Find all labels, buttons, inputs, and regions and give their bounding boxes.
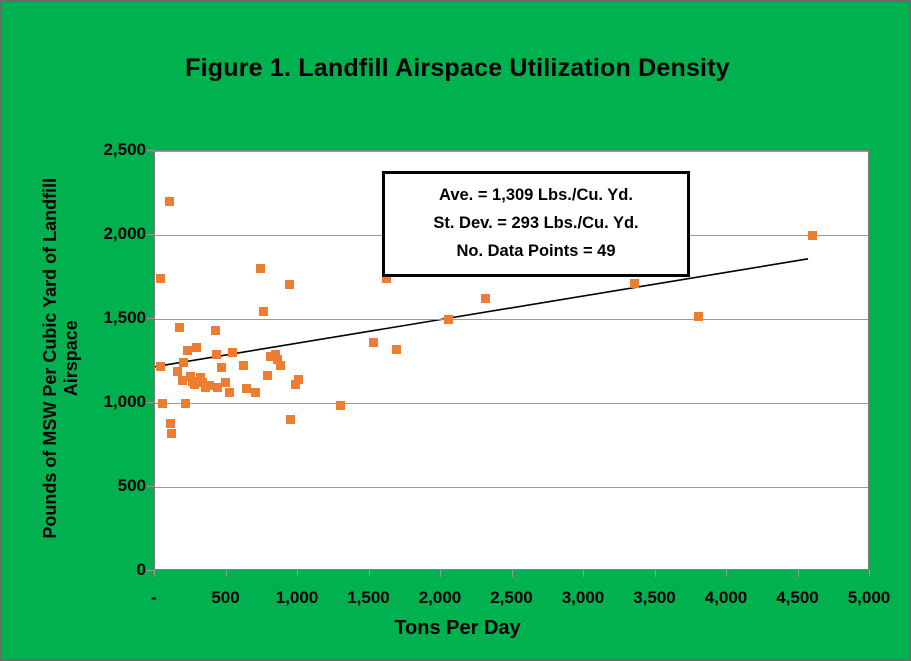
gridline [155, 487, 868, 488]
gridline [155, 403, 868, 404]
chart-title: Figure 1. Landfill Airspace Utilization … [185, 54, 730, 82]
data-point-marker [286, 415, 296, 425]
data-point-marker [369, 338, 379, 348]
x-axis-tick-mark [869, 570, 870, 577]
x-axis-tick-label: 5,000 [847, 588, 891, 607]
data-point-marker [693, 311, 703, 321]
data-point-marker [276, 360, 286, 370]
x-axis-tick-mark [583, 570, 584, 577]
data-point-marker [336, 401, 346, 411]
data-point-marker [480, 294, 490, 304]
data-point-marker [284, 280, 294, 290]
data-point-marker [250, 388, 260, 398]
data-point-marker [259, 306, 269, 316]
data-point-marker [263, 370, 273, 380]
y-axis-tick-mark [147, 486, 154, 487]
gridline [155, 319, 868, 320]
statistics-annotation-box: Ave. = 1,309 Lbs./Cu. Yd. St. Dev. = 293… [382, 171, 690, 278]
y-axis-tick-mark [147, 150, 154, 151]
x-axis-tick-labels: -500 1,000 1,500 2,000 2,500 3,000 3,500 4,000 4… [151, 588, 890, 612]
y-axis-tick-mark [147, 234, 154, 235]
data-point-marker [808, 230, 818, 240]
x-axis-tick-mark [654, 570, 656, 577]
data-point-marker [166, 428, 176, 438]
y-axis-tick-labels: 0 500 1,000 1,500 2,000 2,500 [64, 140, 146, 579]
data-point-marker [210, 326, 220, 336]
y-axis-title-line1: Pounds of MSW Per Cubic Yard of Landfill [39, 177, 60, 539]
data-point-marker [156, 274, 166, 284]
data-point-marker [164, 196, 174, 206]
y-axis-tick-mark [147, 318, 154, 319]
data-point-marker [629, 279, 639, 289]
data-point-marker [294, 374, 304, 384]
x-axis-title: Tons Per Day [394, 617, 521, 639]
data-point-marker [224, 388, 234, 398]
gridline [155, 151, 868, 152]
y-axis-tick-mark [147, 570, 154, 571]
data-point-marker [157, 398, 167, 408]
y-axis-tick-label: 2,500 [103, 140, 146, 159]
data-point-marker [228, 348, 238, 358]
data-point-marker [181, 399, 191, 409]
y-axis-tick-label: 1,500 [103, 308, 146, 327]
data-point-marker [220, 378, 230, 388]
stat-average: Ave. = 1,309 Lbs./Cu. Yd. [439, 186, 633, 204]
x-axis-tick-mark [297, 570, 298, 577]
data-point-marker [443, 314, 453, 324]
data-point-marker [173, 366, 183, 376]
data-point-marker [166, 418, 176, 428]
x-axis-tick-mark [368, 570, 370, 577]
data-point-marker [392, 344, 402, 354]
y-axis-tick-label: 1,000 [103, 392, 146, 411]
data-point-marker [216, 363, 226, 373]
stat-data-point-count: No. Data Points = 49 [456, 242, 616, 261]
data-point-marker [156, 362, 166, 372]
data-point-marker [239, 360, 249, 370]
x-axis-tick-mark [440, 570, 441, 577]
y-axis-tick-mark [147, 402, 154, 403]
data-point-marker [256, 264, 266, 274]
data-point-marker [174, 322, 184, 332]
x-axis-tick-mark [154, 570, 155, 577]
figure-container: Figure 1. Landfill Airspace Utilization … [0, 0, 911, 661]
x-axis-tick-mark [726, 570, 727, 577]
data-point-marker [211, 349, 221, 359]
y-axis-tick-label: 2,000 [103, 224, 146, 243]
y-axis-tick-label: 500 [117, 476, 146, 495]
stat-standard-deviation: St. Dev. = 293 Lbs./Cu. Yd. [433, 214, 639, 233]
data-point-marker [179, 358, 189, 368]
data-point-marker [191, 343, 201, 353]
x-axis-tick-mark [225, 570, 227, 577]
x-axis-tick-mark [797, 570, 799, 577]
x-axis-tick-mark [511, 570, 513, 577]
y-axis-tick-label: 0 [136, 560, 146, 579]
